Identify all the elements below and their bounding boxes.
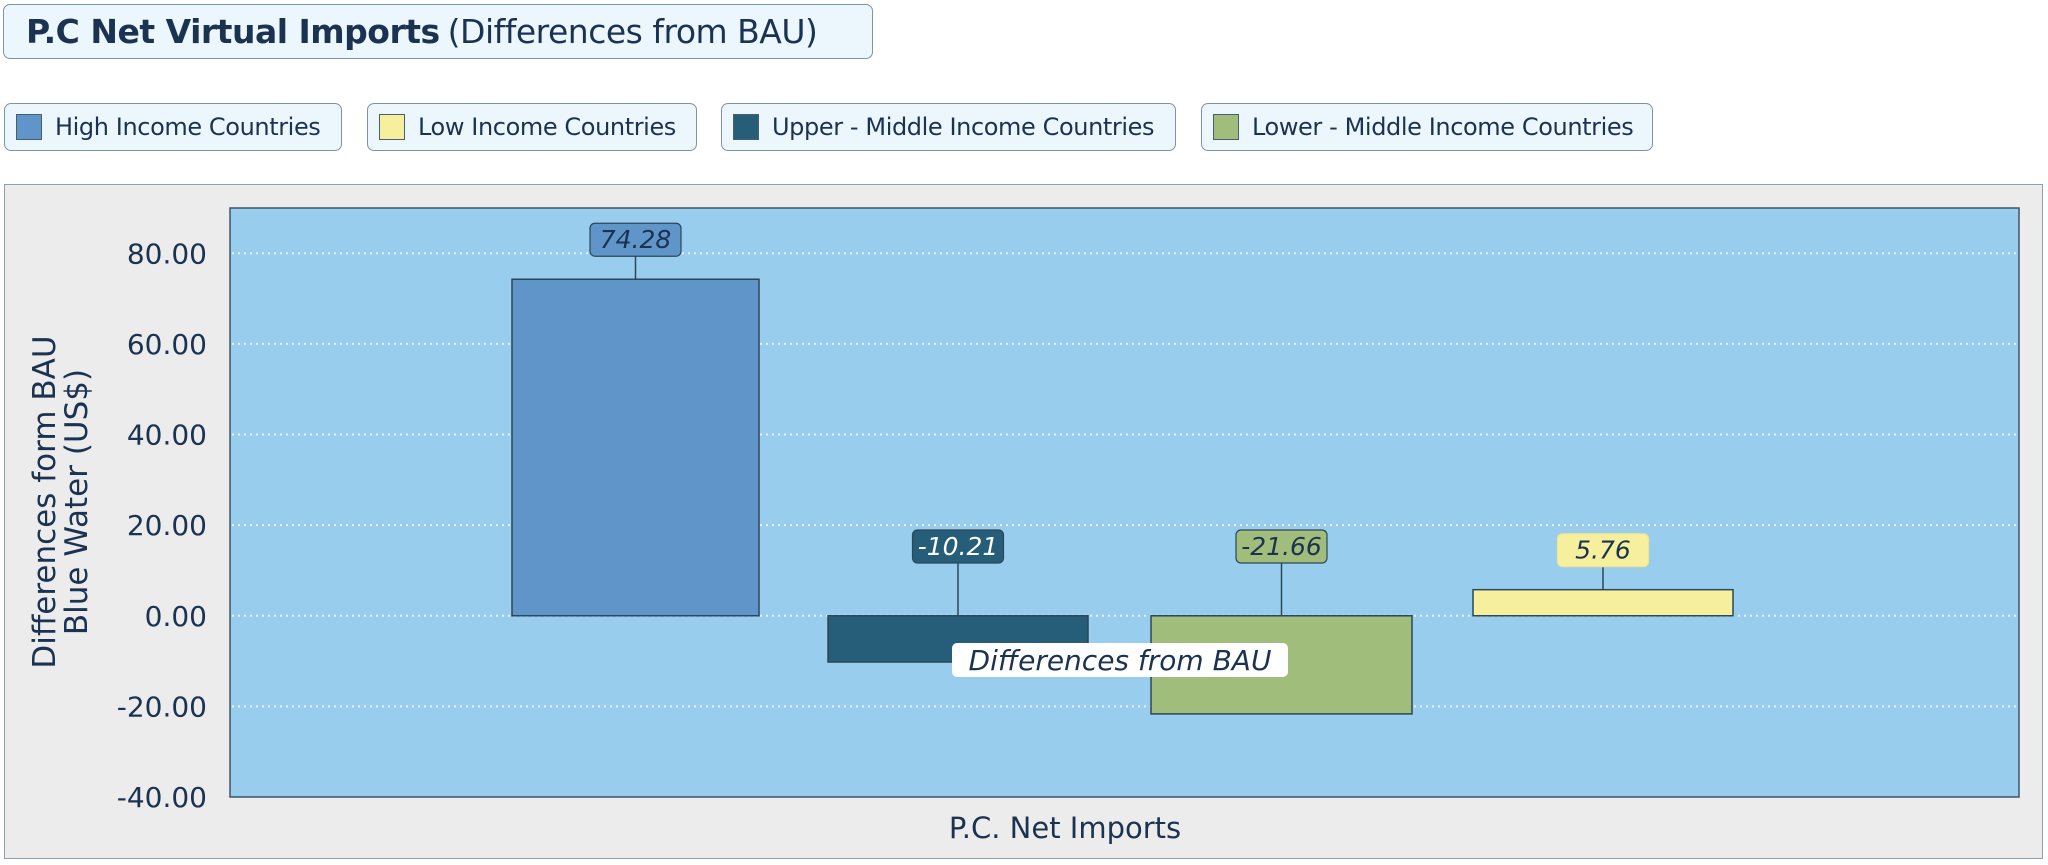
y-tick-label: -40.00 bbox=[117, 781, 207, 814]
y-tick-label: -20.00 bbox=[117, 690, 207, 723]
x-axis-label: P.C. Net Imports bbox=[949, 811, 1181, 845]
tooltip: Differences from BAU bbox=[952, 643, 1288, 677]
y-axis-ticks: 80.00 60.00 40.00 20.00 0.00 -20.00 -40.00 bbox=[117, 237, 207, 814]
y-tick-label: 20.00 bbox=[127, 509, 207, 542]
data-label: -10.21 bbox=[918, 532, 999, 561]
y-tick-label: 80.00 bbox=[127, 237, 207, 270]
bar-chart: 80.00 60.00 40.00 20.00 0.00 -20.00 -40.00 74.… bbox=[27, 207, 2020, 845]
bar-low-income-countries[interactable] bbox=[1472, 588, 1734, 617]
data-label: -21.66 bbox=[1241, 532, 1322, 561]
y-tick-label: 0.00 bbox=[145, 600, 207, 633]
y-axis-title-line1: Differences form BAU bbox=[27, 335, 63, 668]
y-axis-title-line2: Blue Water (US$) bbox=[59, 369, 95, 635]
bar-high-income-countries[interactable] bbox=[511, 278, 760, 617]
tooltip-text: Differences from BAU bbox=[969, 644, 1272, 677]
data-label: 5.76 bbox=[1575, 536, 1631, 565]
plot-area bbox=[229, 207, 2020, 798]
data-label: 74.28 bbox=[600, 225, 672, 254]
y-tick-label: 40.00 bbox=[127, 419, 207, 452]
y-tick-label: 60.00 bbox=[127, 328, 207, 361]
